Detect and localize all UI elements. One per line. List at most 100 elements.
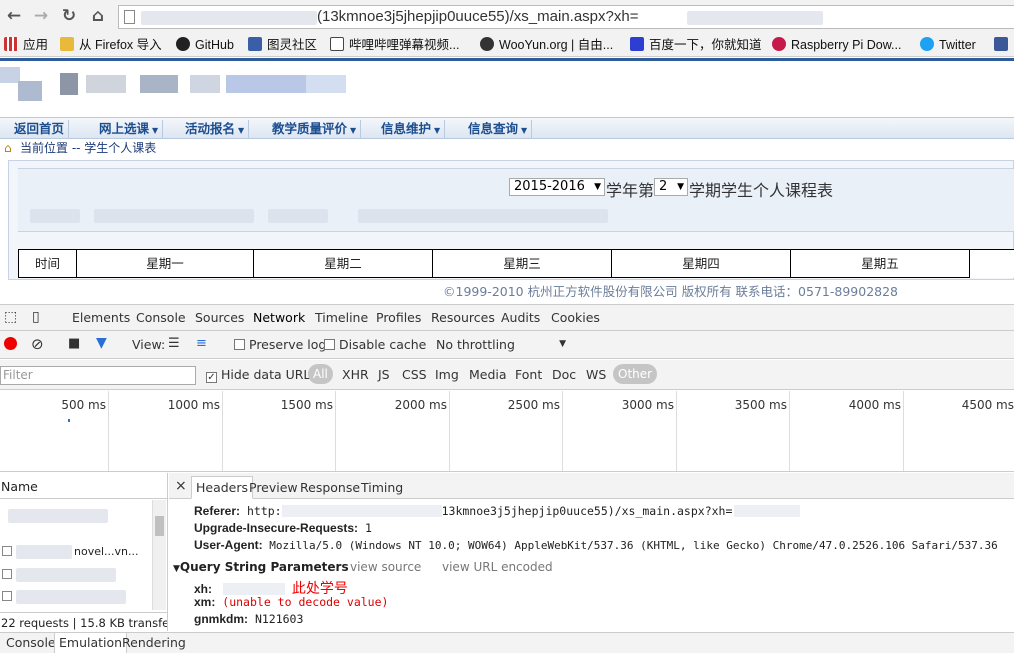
type-other[interactable]: Other bbox=[613, 364, 658, 384]
bookmark-github[interactable]: GitHub bbox=[176, 37, 234, 53]
throttling-select[interactable]: No throttling ▼ bbox=[436, 337, 568, 352]
tab-timeline[interactable]: Timeline bbox=[315, 310, 368, 325]
type-js[interactable]: JS bbox=[378, 367, 390, 382]
menu-course-select[interactable]: 网上选课 ▼ bbox=[95, 120, 164, 138]
tab-elements[interactable]: Elements bbox=[72, 310, 130, 325]
close-icon[interactable]: × bbox=[175, 478, 187, 494]
tab-headers[interactable]: Headers bbox=[191, 476, 254, 499]
clear-icon[interactable]: ⊘ bbox=[31, 335, 44, 353]
redacted-host bbox=[141, 11, 317, 25]
network-overview[interactable]: 500 ms 1000 ms 1500 ms 2000 ms 2500 ms 3… bbox=[0, 391, 1014, 472]
tick-label: 1000 ms bbox=[167, 398, 220, 412]
header-upgrade: Upgrade-Insecure-Requests: 1 bbox=[194, 521, 372, 535]
grid-line bbox=[789, 391, 790, 471]
tab-sources[interactable]: Sources bbox=[195, 310, 244, 325]
year-select[interactable]: 2015-2016 ▼ bbox=[509, 178, 605, 196]
type-ws[interactable]: WS bbox=[586, 367, 606, 382]
inspect-icon[interactable]: ⬚ bbox=[4, 309, 17, 325]
disable-cache-checkbox[interactable]: Disable cache bbox=[324, 337, 426, 352]
list-item[interactable] bbox=[0, 588, 152, 608]
select-caret-icon: ▼ bbox=[677, 182, 684, 192]
row-checkbox bbox=[2, 569, 12, 579]
forward-icon[interactable]: → bbox=[31, 6, 51, 26]
list-item[interactable] bbox=[0, 566, 152, 586]
type-css[interactable]: CSS bbox=[402, 367, 427, 382]
address-bar[interactable]: (13kmnoe3j5jhepjip0uuce55)/xs_main.aspx?… bbox=[118, 5, 1014, 29]
term-select[interactable]: 2 ▼ bbox=[654, 178, 688, 196]
menu-home[interactable]: 返回首页 bbox=[10, 120, 70, 138]
reload-icon[interactable]: ↻ bbox=[59, 6, 79, 26]
type-img[interactable]: Img bbox=[435, 367, 459, 382]
type-xhr[interactable]: XHR bbox=[342, 367, 369, 382]
preserve-log-checkbox[interactable]: Preserve log bbox=[234, 337, 326, 352]
grid-line bbox=[449, 391, 450, 471]
tab-profiles[interactable]: Profiles bbox=[376, 310, 421, 325]
back-icon[interactable]: ← bbox=[4, 6, 24, 26]
bookmark-raspberry[interactable]: Raspberry Pi Dow... bbox=[772, 37, 901, 53]
checkbox-box bbox=[206, 372, 217, 383]
tab-preview[interactable]: Preview bbox=[249, 480, 298, 495]
bookmark-twitter[interactable]: Twitter bbox=[920, 37, 976, 53]
tick-label: 3500 ms bbox=[734, 398, 787, 412]
turing-icon bbox=[248, 37, 262, 51]
type-all[interactable]: All bbox=[308, 364, 333, 384]
home-icon[interactable]: ⌂ bbox=[88, 6, 108, 26]
menu-info-query[interactable]: 信息查询 ▼ bbox=[464, 120, 533, 138]
drawer-tab-console[interactable]: Console bbox=[2, 633, 60, 653]
request-list-scrollbar[interactable] bbox=[152, 500, 166, 610]
tab-timing[interactable]: Timing bbox=[361, 480, 403, 495]
capture-screenshots-icon[interactable]: ■ bbox=[68, 336, 80, 351]
tick-label: 2500 ms bbox=[507, 398, 560, 412]
dropdown-arrow-icon: ▼ bbox=[238, 126, 245, 135]
grid-line bbox=[562, 391, 563, 471]
bookmark-wooyun[interactable]: WooYun.org | 自由... bbox=[480, 37, 613, 53]
list-item[interactable] bbox=[0, 507, 152, 527]
redacted-student-info bbox=[30, 209, 80, 223]
bookmark-firefox[interactable]: 从 Firefox 导入 bbox=[60, 37, 162, 53]
type-media[interactable]: Media bbox=[469, 367, 507, 382]
name-column-header[interactable]: Name bbox=[0, 473, 167, 499]
view-source-link[interactable]: view source bbox=[350, 560, 421, 574]
bookmark-bilibili[interactable]: 哔哩哔哩弹幕视频... bbox=[330, 37, 459, 53]
folder-icon bbox=[60, 37, 74, 51]
filter-bar: Filter Hide data URLs All XHR JS CSS Img… bbox=[0, 360, 1014, 390]
large-rows-icon[interactable]: ☰ bbox=[168, 336, 180, 351]
tab-network[interactable]: Network bbox=[248, 305, 310, 331]
select-caret-icon: ▼ bbox=[594, 182, 601, 192]
tab-resources[interactable]: Resources bbox=[431, 310, 495, 325]
drawer-tab-emulation[interactable]: Emulation bbox=[54, 633, 128, 653]
device-mode-icon[interactable]: ▯ bbox=[32, 309, 40, 325]
menu-evaluation[interactable]: 教学质量评价 ▼ bbox=[268, 120, 362, 138]
schedule-title-box: 2015-2016 ▼ 学年第 2 ▼ 学期学生个人课程表 bbox=[18, 168, 1014, 232]
type-font[interactable]: Font bbox=[515, 367, 542, 382]
apps-icon bbox=[4, 37, 18, 51]
cloud-icon bbox=[480, 37, 494, 51]
bookmark-apps[interactable]: 应用 bbox=[4, 37, 48, 53]
site-banner bbox=[0, 58, 1014, 116]
tab-response[interactable]: Response bbox=[300, 480, 360, 495]
drawer-tab-rendering[interactable]: Rendering bbox=[118, 633, 190, 653]
bookmark-facebook[interactable] bbox=[994, 37, 1013, 53]
filter-icon[interactable]: ▼ bbox=[96, 335, 107, 351]
tab-console[interactable]: Console bbox=[136, 310, 186, 325]
menu-activity[interactable]: 活动报名 ▼ bbox=[181, 120, 250, 138]
scroll-thumb[interactable] bbox=[155, 516, 164, 536]
request-bar bbox=[68, 419, 70, 422]
tick-label: 1500 ms bbox=[280, 398, 333, 412]
tab-audits[interactable]: Audits bbox=[501, 310, 540, 325]
tab-cookies[interactable]: Cookies bbox=[551, 310, 600, 325]
list-item[interactable]: novel...vn... bbox=[0, 543, 152, 563]
menu-info-maintain[interactable]: 信息维护 ▼ bbox=[377, 120, 446, 138]
record-icon[interactable] bbox=[4, 337, 17, 350]
type-doc[interactable]: Doc bbox=[552, 367, 576, 382]
bookmark-baidu[interactable]: 百度一下，你就知道 bbox=[630, 37, 762, 53]
query-section-title[interactable]: ▼Query String Parameters bbox=[173, 560, 349, 574]
filter-input[interactable]: Filter bbox=[0, 366, 196, 385]
col-wednesday: 星期三 bbox=[433, 250, 612, 278]
dropdown-arrow-icon: ▼ bbox=[434, 126, 441, 135]
view-url-encoded-link[interactable]: view URL encoded bbox=[442, 560, 553, 574]
bookmark-turing[interactable]: 图灵社区 bbox=[248, 37, 317, 53]
hide-data-urls-checkbox[interactable]: Hide data URLs bbox=[206, 367, 317, 383]
overview-icon[interactable]: ≡ bbox=[196, 336, 207, 351]
twitter-icon bbox=[920, 37, 934, 51]
